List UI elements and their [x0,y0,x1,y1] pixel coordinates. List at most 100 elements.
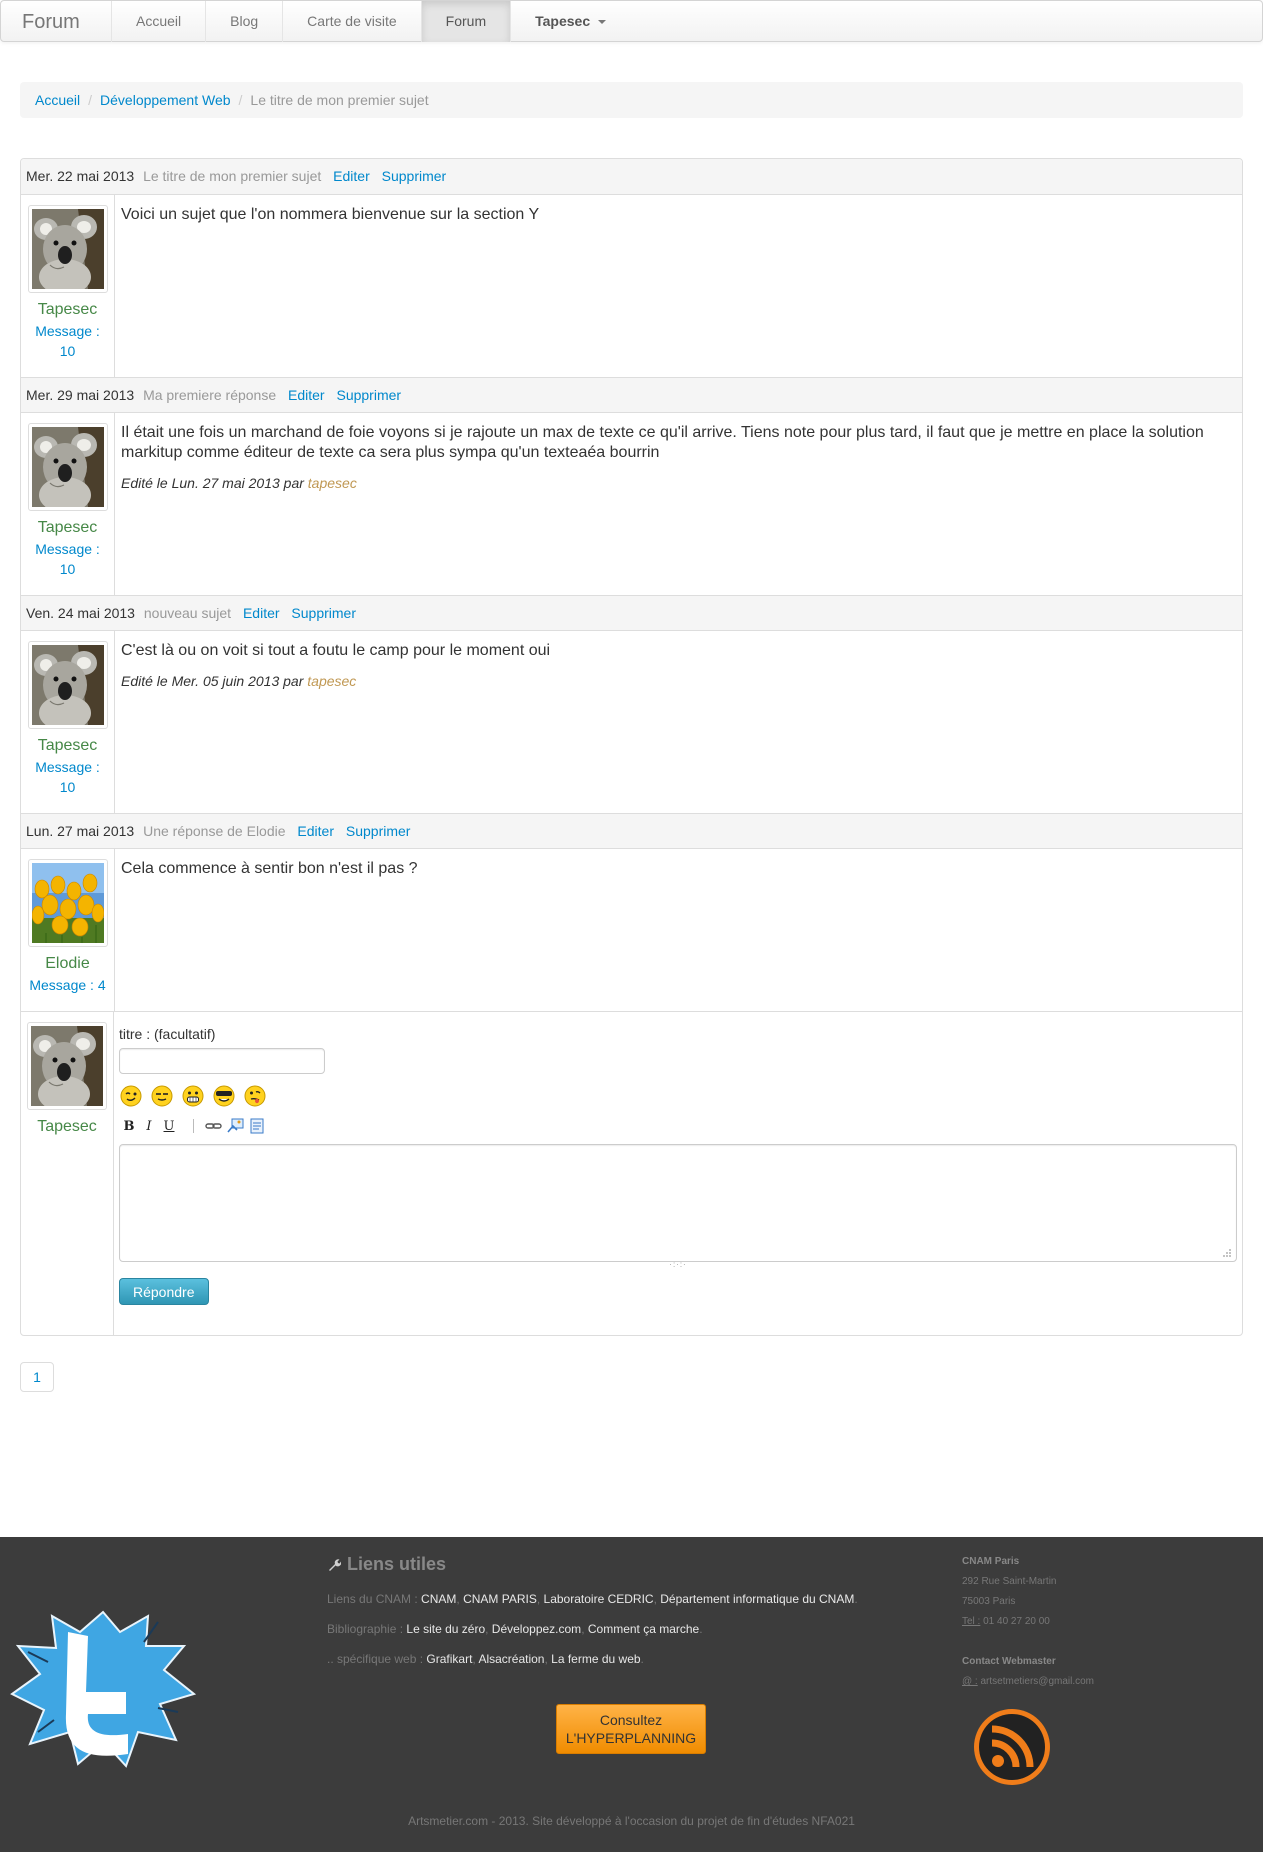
user-menu-label: Tapesec [535,13,591,29]
message-textarea[interactable] [119,1144,1237,1262]
avatar[interactable] [27,641,108,729]
bold-button[interactable]: B [119,1119,139,1134]
links-title-text: Liens utiles [347,1554,447,1574]
smiley-grin-icon[interactable] [181,1084,205,1108]
copyright: Artsmetier.com - 2013. Site développé à … [408,1814,855,1828]
navbar: Forum Accueil Blog Carte de visite Forum… [0,0,1263,42]
editor-toolbar: B I U [119,1118,1237,1134]
link-comment-ca-marche[interactable]: Comment ça marche [588,1622,699,1636]
email-link[interactable]: artsetmetiers@gmail.com [981,1676,1095,1687]
contact-org: CNAM Paris [962,1556,1020,1567]
edit-link[interactable]: Editer [288,387,325,403]
reply-row: Tapesec titre : (facultatif) B I U ·:·:·… [21,1011,1242,1335]
author-name[interactable]: Tapesec [26,1118,108,1136]
link-alsacreation[interactable]: Alsacréation [478,1652,544,1666]
smiley-tongue-icon[interactable] [243,1084,267,1108]
edit-link[interactable]: Editer [297,823,334,839]
author-name[interactable]: Tapesec [26,519,109,537]
smiley-neutral-icon[interactable] [150,1084,174,1108]
contact-email: @ : artsetmetiers@gmail.com [962,1672,1094,1692]
contact-street: 292 Rue Saint-Martin [962,1576,1057,1587]
avatar[interactable] [27,859,108,947]
links-title: Liens utiles [327,1554,887,1575]
edit-link[interactable]: Editer [333,168,370,184]
link-site-du-zero[interactable]: Le site du zéro [406,1622,485,1636]
edit-note-user: tapesec [307,673,357,689]
post-date: Lun. 27 mai 2013 [26,823,135,839]
wrench-icon [329,1558,341,1571]
edit-note: Edité le Lun. 27 mai 2013 par tapesec [121,473,1236,493]
message-count: Message : 4 [29,977,106,993]
author-cell: Tapesec Message : 10 [21,413,115,595]
footer: Liens utiles Liens du CNAM : CNAM, CNAM … [0,1537,1263,1852]
phone-label: Tel : [962,1616,981,1627]
link-cnam-paris[interactable]: CNAM PARIS [463,1592,537,1606]
post-content: C'est là ou on voit si tout a foutu le c… [115,631,1242,813]
delete-link[interactable]: Supprimer [346,823,411,839]
post-body: Tapesec Message : 10 C'est là ou on voit … [21,630,1242,813]
pagination-page-1[interactable]: 1 [20,1362,54,1392]
author-name[interactable]: Tapesec [26,301,109,319]
user-menu[interactable]: Tapesec [510,1,630,42]
hyperplanning-line2: L'HYPERPLANNING [565,1730,697,1746]
resize-grip-icon[interactable] [1222,1248,1232,1258]
nav-item-carte-de-visite[interactable]: Carte de visite [282,1,420,42]
link-group-label: Liens du CNAM : [327,1592,418,1606]
link-developpez[interactable]: Développez.com [492,1622,581,1636]
reply-button[interactable]: Répondre [119,1278,209,1305]
smiley-cool-icon[interactable] [212,1084,236,1108]
post-subject: Ma premiere réponse [143,387,277,403]
title-input[interactable] [119,1048,325,1074]
image-icon[interactable] [226,1118,246,1134]
delete-link[interactable]: Supprimer [336,387,401,403]
author-cell: Tapesec Message : 10 [21,631,115,813]
edit-link[interactable]: Editer [243,605,280,621]
breadcrumb-home[interactable]: Accueil [35,92,80,108]
edit-note-prefix: Edité le Lun. 27 mai 2013 par [121,475,304,491]
koala-avatar-icon [31,209,104,289]
webmaster-title: Contact Webmaster [962,1656,1056,1667]
hyperplanning-line1: Consultez [599,1712,663,1728]
author-name[interactable]: Elodie [26,955,109,973]
link-ferme-du-web[interactable]: La ferme du web [551,1652,640,1666]
edit-note: Edité le Mer. 05 juin 2013 par tapesec [121,671,1236,691]
textarea-resize-handle[interactable]: ·:·:· [119,1261,1237,1272]
underline-button[interactable]: U [159,1119,179,1134]
link-cedric[interactable]: Laboratoire CEDRIC [544,1592,654,1606]
link-group-label: Bibliographie : [327,1622,404,1636]
post-header: Lun. 27 mai 2013 Une réponse de Elodie E… [21,813,1242,848]
link-grafikart[interactable]: Grafikart [426,1652,472,1666]
toolbar-divider [193,1119,194,1133]
message-count: Message : 10 [26,757,109,797]
author-name[interactable]: Tapesec [26,737,109,755]
cnam-links: Liens du CNAM : CNAM, CNAM PARIS, Labora… [327,1592,858,1606]
rss-icon[interactable] [972,1707,1052,1787]
post-text: C'est là ou on voit si tout a foutu le c… [121,642,551,659]
post-content: Il était une fois un marchand de foie vo… [115,413,1242,595]
smiley-wink-icon[interactable] [119,1084,143,1108]
delete-link[interactable]: Supprimer [382,168,447,184]
brand[interactable]: Forum [22,11,80,34]
twitter-logo-icon[interactable] [8,1602,198,1772]
avatar[interactable] [27,423,108,511]
caret-down-icon [598,20,606,25]
post-header: Mer. 22 mai 2013 Le titre de mon premier… [21,159,1242,194]
author-cell: Elodie Message : 4 [21,849,115,1011]
edit-note-prefix: Edité le Mer. 05 juin 2013 par [121,673,304,689]
breadcrumb-section[interactable]: Développement Web [100,92,230,108]
avatar[interactable] [27,1022,107,1110]
author-cell: Tapesec [21,1012,114,1335]
quote-icon[interactable] [248,1118,268,1134]
nav-item-blog[interactable]: Blog [205,1,282,42]
link-departement-info[interactable]: Département informatique du CNAM [660,1592,854,1606]
link-icon[interactable] [204,1118,224,1134]
link-cnam[interactable]: CNAM [421,1592,456,1606]
delete-link[interactable]: Supprimer [291,605,356,621]
italic-button[interactable]: I [139,1119,159,1134]
avatar[interactable] [27,205,108,293]
nav-item-forum[interactable]: Forum [420,1,511,42]
hyperplanning-button[interactable]: Consultez L'HYPERPLANNING [556,1704,706,1754]
nav-item-accueil[interactable]: Accueil [111,1,205,42]
useful-links: Liens utiles Liens du CNAM : CNAM, CNAM … [327,1554,887,1681]
message-count-label: Message : [35,323,100,339]
